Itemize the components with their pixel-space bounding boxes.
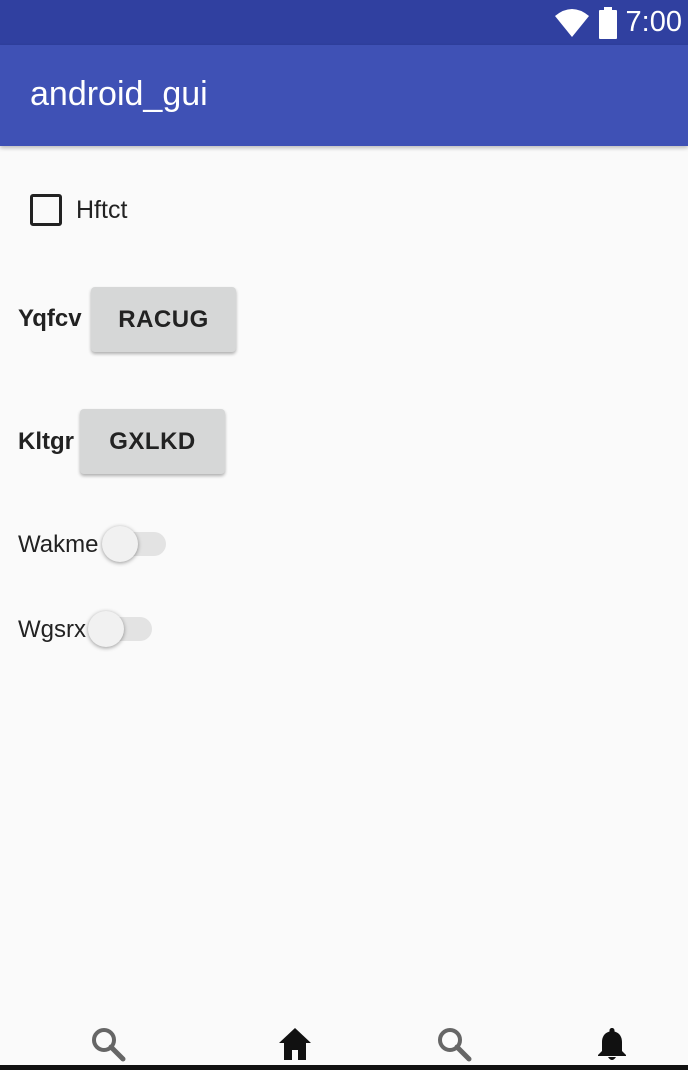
- wifi-icon: [554, 8, 589, 37]
- status-time: 7:00: [625, 6, 682, 38]
- wgsrx-label: Wgsrx: [18, 616, 86, 643]
- search-icon[interactable]: [436, 1026, 472, 1062]
- battery-icon: [598, 6, 617, 39]
- search-icon[interactable]: [90, 1026, 126, 1062]
- status-bar: 7:00: [0, 0, 688, 45]
- yqfcv-label: Yqfcv: [18, 305, 82, 332]
- kltgr-label: Kltgr: [18, 428, 74, 455]
- checkbox-label: Hftct: [76, 195, 128, 224]
- app-bar: android_gui: [0, 45, 688, 146]
- checkbox-box[interactable]: [30, 194, 62, 226]
- app-title: android_gui: [30, 75, 208, 113]
- bottom-nav: [0, 1018, 688, 1066]
- wgsrx-switch-thumb[interactable]: [88, 611, 124, 647]
- system-nav-divider: [0, 1065, 688, 1070]
- hftct-checkbox[interactable]: Hftct: [30, 193, 127, 227]
- bell-icon[interactable]: [594, 1026, 630, 1062]
- wakme-label: Wakme: [18, 531, 99, 558]
- home-icon[interactable]: [277, 1026, 313, 1062]
- gxlkd-button[interactable]: GXLKD: [80, 409, 225, 474]
- wakme-switch-thumb[interactable]: [102, 526, 138, 562]
- racug-button[interactable]: RACUG: [91, 287, 236, 352]
